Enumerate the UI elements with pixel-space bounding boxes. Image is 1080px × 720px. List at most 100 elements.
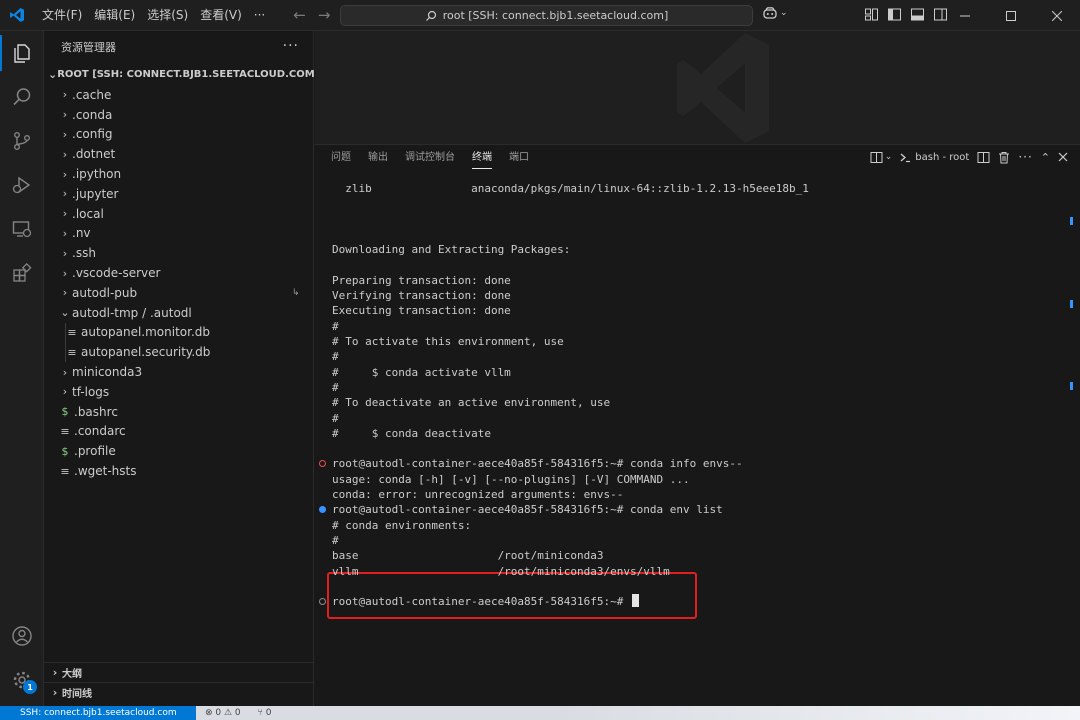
close-icon bbox=[1052, 10, 1062, 21]
tree-folder[interactable]: › .jupyter bbox=[44, 184, 313, 204]
tree-item-label: .nv bbox=[72, 226, 91, 241]
tree-item-label: .conda bbox=[72, 107, 113, 122]
tree-folder[interactable]: › .config bbox=[44, 125, 313, 145]
tree-folder[interactable]: › tf-logs bbox=[44, 382, 313, 402]
run-debug-activity-button[interactable] bbox=[0, 163, 44, 207]
outline-section[interactable]: › 大纲 bbox=[44, 662, 314, 682]
menu-bar: 文件(F) 编辑(E) 选择(S) 查看(V) ··· bbox=[36, 0, 271, 31]
maximize-button[interactable] bbox=[988, 0, 1034, 31]
menu-item[interactable]: 编辑(E) bbox=[88, 0, 141, 31]
tree-folder[interactable]: › .ipython bbox=[44, 164, 313, 184]
timeline-section[interactable]: › 时间线 bbox=[44, 682, 314, 702]
chevron-right-icon: › bbox=[62, 207, 68, 221]
tree-folder[interactable]: ⌄ autodl-tmp / .autodl bbox=[44, 303, 313, 323]
source-control-activity-button[interactable] bbox=[0, 119, 44, 163]
search-icon bbox=[425, 10, 436, 21]
tree-item-label: .vscode-server bbox=[72, 266, 161, 281]
terminal-cursor bbox=[632, 594, 640, 608]
copilot-button[interactable]: ⌄ bbox=[762, 6, 788, 20]
files-icon bbox=[14, 44, 30, 63]
maximize-icon bbox=[1006, 10, 1016, 21]
split-terminal-icon[interactable] bbox=[870, 151, 883, 164]
tree-folder[interactable]: › .conda bbox=[44, 105, 313, 125]
panel-tab[interactable]: 问题 bbox=[331, 145, 351, 171]
command-error-decoration-icon[interactable] bbox=[319, 460, 326, 468]
accounts-activity-button[interactable] bbox=[0, 614, 44, 658]
manage-activity-button[interactable]: 1 bbox=[0, 658, 44, 702]
shell-file-icon: $ bbox=[61, 444, 69, 458]
close-button[interactable] bbox=[1034, 0, 1080, 31]
command-success-decoration-icon[interactable] bbox=[319, 506, 326, 514]
search-activity-button[interactable] bbox=[0, 75, 44, 119]
minimize-button[interactable] bbox=[942, 0, 988, 31]
tree-folder[interactable]: › .vscode-server bbox=[44, 263, 313, 283]
menu-item[interactable]: 选择(S) bbox=[141, 0, 194, 31]
terminal-line: # bbox=[332, 380, 339, 395]
chevron-right-icon: › bbox=[62, 127, 68, 141]
tree-file[interactable]: ≡ autopanel.security.db bbox=[44, 342, 313, 363]
tree-folder[interactable]: › .local bbox=[44, 204, 313, 224]
search-icon bbox=[13, 88, 31, 106]
more-actions-icon[interactable]: ··· bbox=[1018, 150, 1032, 164]
menu-item[interactable]: 文件(F) bbox=[36, 0, 88, 31]
command-pending-decoration-icon[interactable] bbox=[319, 598, 326, 606]
panel-tab[interactable]: 终端 bbox=[472, 145, 492, 171]
menu-item[interactable]: ··· bbox=[248, 0, 271, 31]
terminal-name[interactable]: bash - root bbox=[915, 152, 969, 163]
problems-count[interactable]: ⊗ 0 ⚠ 0 bbox=[205, 708, 241, 718]
extensions-icon bbox=[13, 262, 32, 282]
chevron-down-icon[interactable]: ⌄ bbox=[885, 152, 893, 162]
tree-file[interactable]: ≡ autopanel.monitor.db bbox=[44, 322, 313, 343]
workspace-root-folder[interactable]: ⌄ ROOT [SSH: CONNECT.BJB1.SEETACLOUD.COM… bbox=[44, 63, 319, 85]
menu-item[interactable]: 查看(V) bbox=[194, 0, 248, 31]
terminal-line: root@autodl-container-aece40a85f-584316f… bbox=[332, 502, 723, 517]
toggle-panel-icon[interactable] bbox=[910, 7, 925, 22]
extensions-activity-button[interactable] bbox=[0, 251, 44, 295]
tree-folder[interactable]: › autodl-pub ↳ bbox=[44, 283, 313, 303]
tree-item-label: .bashrc bbox=[74, 404, 118, 419]
file-tree: › .cache › .conda › .config › .dotnet › .ipython ›… bbox=[44, 85, 313, 481]
tree-file[interactable]: ≡ .wget-hsts bbox=[44, 461, 313, 481]
customize-layout-icon[interactable] bbox=[864, 7, 879, 22]
explorer-activity-button[interactable] bbox=[0, 31, 44, 75]
indent-guide bbox=[65, 342, 66, 363]
terminal-line: # bbox=[332, 411, 339, 426]
tree-file[interactable]: $ .bashrc bbox=[44, 402, 313, 422]
close-panel-icon[interactable] bbox=[1058, 152, 1068, 162]
tree-folder[interactable]: › .cache bbox=[44, 85, 313, 105]
command-center-search[interactable]: root [SSH: connect.bjb1.seetacloud.com] bbox=[340, 5, 753, 26]
back-arrow-icon[interactable]: ← bbox=[293, 6, 306, 24]
tree-folder[interactable]: › .dotnet bbox=[44, 144, 313, 164]
chevron-right-icon: › bbox=[62, 226, 68, 240]
split-editor-icon[interactable] bbox=[977, 151, 990, 164]
forward-arrow-icon[interactable]: → bbox=[318, 6, 331, 24]
terminal-line: Preparing transaction: done bbox=[332, 273, 511, 288]
terminal-line-text: # bbox=[332, 411, 339, 425]
terminal-line-text: conda: error: unrecognized arguments: en… bbox=[332, 488, 624, 501]
workspace-root-label: ROOT [SSH: CONNECT.BJB1.SEETACLOUD.COM] bbox=[57, 68, 320, 80]
tree-file[interactable]: ≡ .condarc bbox=[44, 422, 313, 442]
ports-count[interactable]: ⑂ 0 bbox=[258, 708, 272, 718]
tree-folder[interactable]: › miniconda3 bbox=[44, 362, 313, 382]
terminal-line: # $ conda deactivate bbox=[332, 426, 491, 441]
tree-folder[interactable]: › .nv bbox=[44, 224, 313, 244]
tree-folder[interactable]: › .ssh bbox=[44, 243, 313, 263]
terminal-line-text: # bbox=[332, 380, 339, 394]
tree-file[interactable]: $ .profile bbox=[44, 441, 313, 461]
symlink-marker-icon: ↳ bbox=[292, 287, 300, 298]
tree-item-label: autodl-tmp / .autodl bbox=[72, 305, 192, 320]
remote-explorer-activity-button[interactable] bbox=[0, 207, 44, 251]
toggle-primary-sidebar-icon[interactable] bbox=[887, 7, 902, 22]
remote-indicator[interactable]: SSH: connect.bjb1.seetacloud.com bbox=[0, 706, 196, 720]
panel-tab[interactable]: 输出 bbox=[368, 145, 388, 171]
more-actions-icon[interactable]: ··· bbox=[283, 38, 299, 54]
trash-icon[interactable] bbox=[998, 151, 1010, 164]
layout-controls bbox=[864, 7, 948, 22]
panel-tab[interactable]: 端口 bbox=[509, 145, 529, 171]
maximize-panel-icon[interactable]: ⌃ bbox=[1041, 151, 1050, 164]
terminal-line: Verifying transaction: done bbox=[332, 288, 511, 303]
terminal-line-text: Downloading and Extracting Packages: bbox=[332, 243, 571, 257]
terminal-output[interactable]: zlib anaconda/pkgs/main/linux-64::zlib-1… bbox=[315, 175, 1080, 707]
terminal-icon bbox=[900, 153, 911, 162]
panel-tab[interactable]: 调试控制台 bbox=[405, 145, 455, 171]
